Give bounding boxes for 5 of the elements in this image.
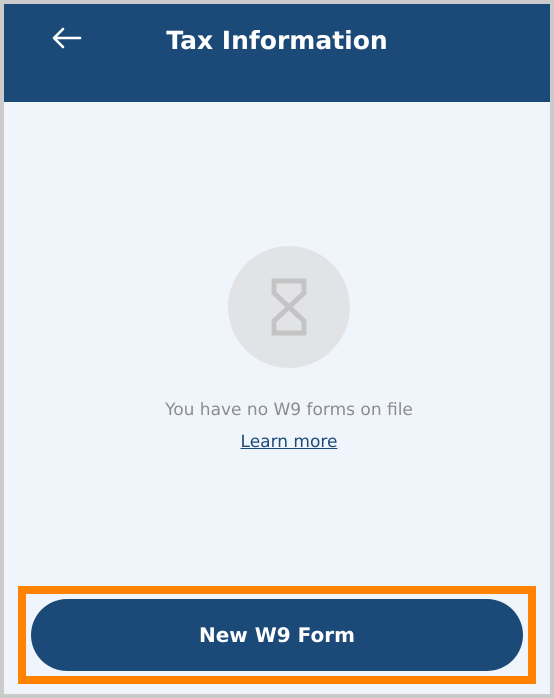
page-title: Tax Information xyxy=(165,25,389,57)
back-arrow-icon xyxy=(52,27,82,49)
empty-message: You have no W9 forms on file xyxy=(165,399,413,422)
learn-more-link[interactable]: Learn more xyxy=(240,430,338,455)
new-form-button[interactable]: New W9 Form xyxy=(31,599,523,671)
